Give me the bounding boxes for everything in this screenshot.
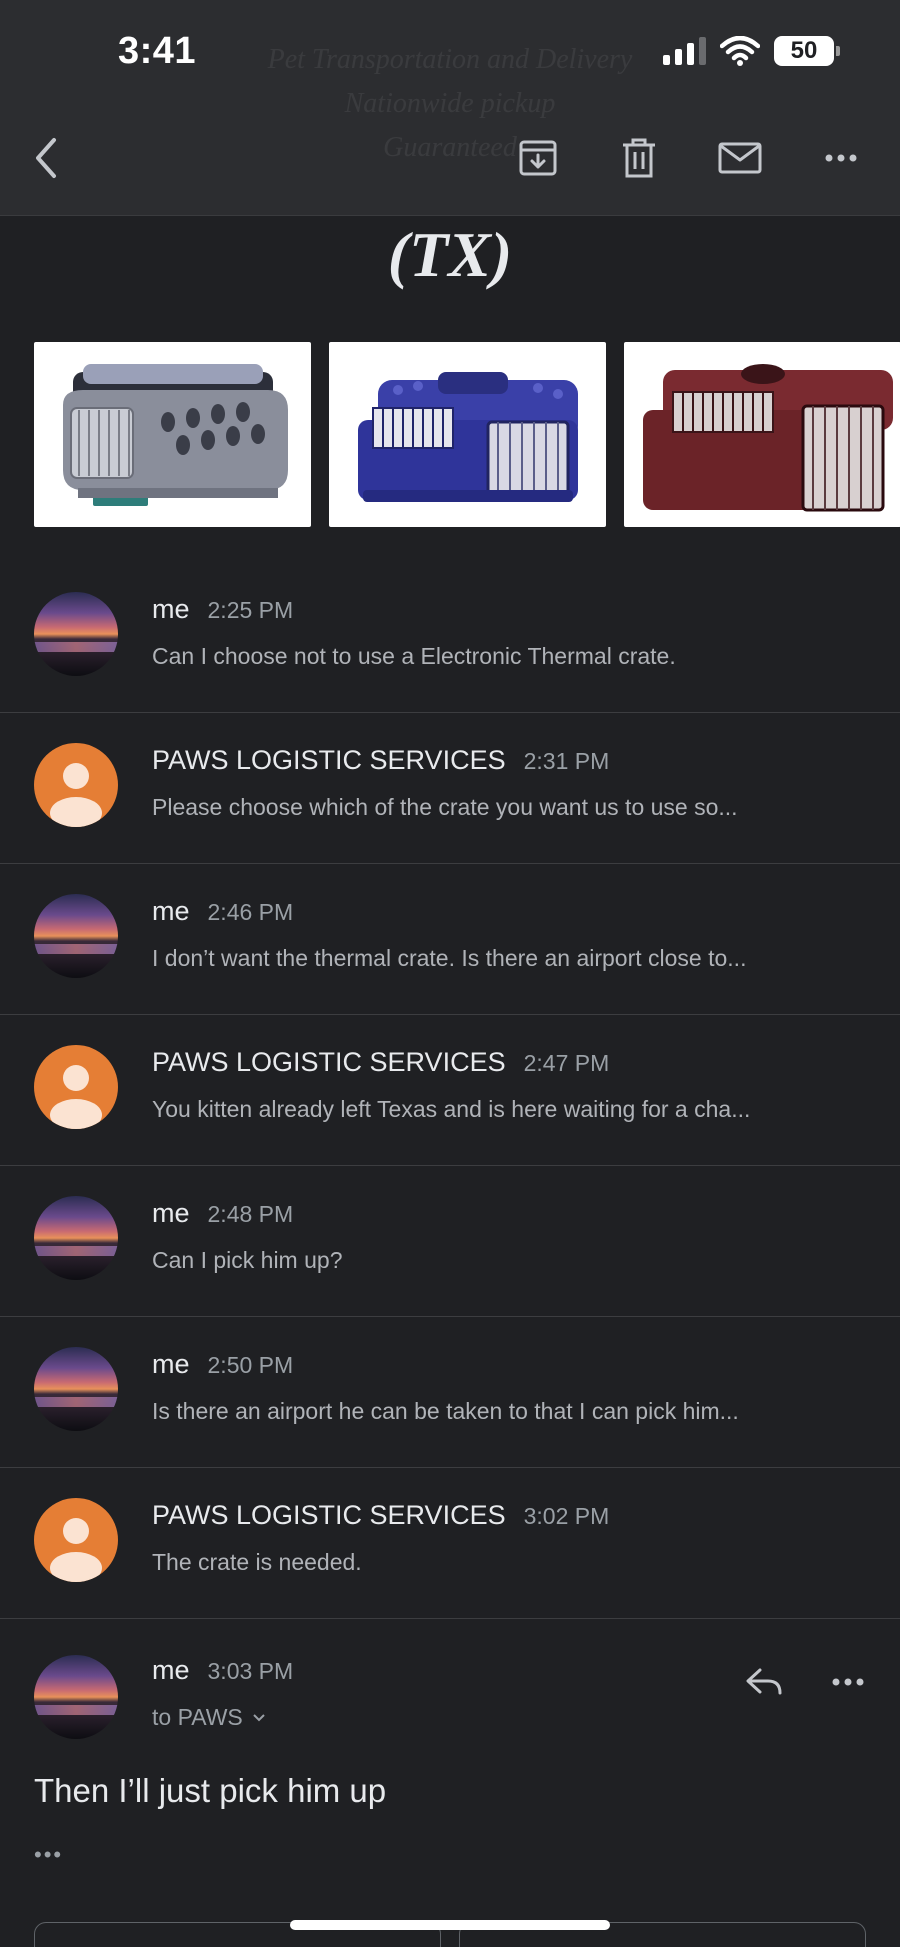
recipient-details[interactable]: to PAWS xyxy=(152,1704,267,1731)
more-icon xyxy=(825,154,857,162)
archive-icon xyxy=(519,140,557,176)
recipient-label: to PAWS xyxy=(152,1704,243,1730)
archive-button[interactable] xyxy=(508,128,568,188)
expanded-message: me 3:03 PM to PAWS Then I’ll just pick h… xyxy=(0,1620,900,1947)
email-thread-screen: (TX) me 2:25 PM Can I choose not to use … xyxy=(0,0,900,1947)
reply-icon[interactable] xyxy=(742,1660,786,1704)
mark-unread-button[interactable] xyxy=(710,128,770,188)
crate-image-thermal[interactable] xyxy=(34,342,311,527)
crate-image-burgundy[interactable] xyxy=(624,342,900,527)
message-time: 3:02 PM xyxy=(523,1503,610,1529)
crate-image-blue[interactable] xyxy=(329,342,606,527)
sender-name: me xyxy=(152,594,190,624)
avatar xyxy=(34,894,118,978)
message-row[interactable]: me 2:48 PM Can I pick him up? xyxy=(0,1166,900,1317)
more-options-icon[interactable] xyxy=(826,1660,870,1704)
home-indicator[interactable] xyxy=(290,1920,610,1930)
message-row[interactable]: me 2:25 PM Can I choose not to use a Ele… xyxy=(0,562,900,713)
action-bar xyxy=(0,128,900,188)
status-icons: 50 xyxy=(663,36,840,66)
message-snippet: Can I pick him up? xyxy=(152,1247,343,1273)
message-row[interactable]: me 2:50 PM Is there an airport he can be… xyxy=(0,1317,900,1468)
message-time: 2:48 PM xyxy=(207,1201,294,1227)
back-button[interactable] xyxy=(16,128,76,188)
avatar xyxy=(34,1655,118,1739)
wifi-icon xyxy=(720,36,760,66)
mail-icon xyxy=(718,142,762,174)
crate-images xyxy=(34,342,900,527)
top-bar: Pet Transportation and Delivery Nationwi… xyxy=(0,0,900,216)
message-time: 2:25 PM xyxy=(207,597,294,623)
message-snippet: Can I choose not to use a Electronic The… xyxy=(152,643,676,669)
avatar xyxy=(34,1045,118,1129)
message-body: Then I’ll just pick him up xyxy=(34,1772,387,1809)
more-button[interactable] xyxy=(811,128,871,188)
back-icon xyxy=(36,138,56,178)
message-row[interactable]: me 2:46 PM I don’t want the thermal crat… xyxy=(0,864,900,1015)
message-row[interactable]: PAWS LOGISTIC SERVICES 3:02 PM The crate… xyxy=(0,1468,900,1619)
signal-icon xyxy=(663,37,706,65)
avatar xyxy=(34,1347,118,1431)
sender-name: me xyxy=(152,1349,190,1379)
message-snippet: The crate is needed. xyxy=(152,1549,362,1575)
avatar xyxy=(34,592,118,676)
person-icon xyxy=(50,1065,102,1129)
message-snippet: You kitten already left Texas and is her… xyxy=(152,1096,751,1122)
message-snippet: I don’t want the thermal crate. Is there… xyxy=(152,945,747,971)
show-trimmed-content[interactable]: ••• xyxy=(34,1842,63,1868)
avatar xyxy=(34,1196,118,1280)
sender-name: PAWS LOGISTIC SERVICES xyxy=(152,1500,506,1530)
blue-crate-illustration xyxy=(357,371,578,502)
status-time: 3:41 xyxy=(118,30,197,72)
sender-name: me xyxy=(152,896,190,926)
chevron-down-icon xyxy=(253,1713,265,1721)
message-time: 2:31 PM xyxy=(523,748,610,774)
thermal-crate-illustration xyxy=(62,363,288,506)
sender-name: me xyxy=(152,1198,190,1228)
avatar xyxy=(34,1498,118,1582)
message-snippet: Please choose which of the crate you wan… xyxy=(152,794,738,820)
message-time: 3:03 PM xyxy=(207,1658,294,1684)
banner-title: (TX) xyxy=(387,219,513,290)
person-icon xyxy=(50,763,102,827)
sender-name: PAWS LOGISTIC SERVICES xyxy=(152,1047,506,1077)
message-time: 2:47 PM xyxy=(523,1050,610,1076)
ghost-text: Nationwide pickup xyxy=(344,88,556,119)
battery-indicator: 50 xyxy=(774,36,840,66)
message-row[interactable]: PAWS LOGISTIC SERVICES 2:31 PM Please ch… xyxy=(0,713,900,864)
message-time: 2:50 PM xyxy=(207,1352,294,1378)
person-icon xyxy=(50,1518,102,1582)
message-list: me 2:25 PM Can I choose not to use a Ele… xyxy=(0,562,900,1619)
sender-name: me xyxy=(152,1655,190,1685)
sender-name: PAWS LOGISTIC SERVICES xyxy=(152,745,506,775)
delete-button[interactable] xyxy=(609,128,669,188)
message-row[interactable]: PAWS LOGISTIC SERVICES 2:47 PM You kitte… xyxy=(0,1015,900,1166)
burgundy-crate-illustration xyxy=(642,363,893,511)
message-time: 2:46 PM xyxy=(207,899,294,925)
message-snippet: Is there an airport he can be taken to t… xyxy=(152,1398,739,1424)
avatar xyxy=(34,743,118,827)
trash-icon xyxy=(623,138,655,178)
